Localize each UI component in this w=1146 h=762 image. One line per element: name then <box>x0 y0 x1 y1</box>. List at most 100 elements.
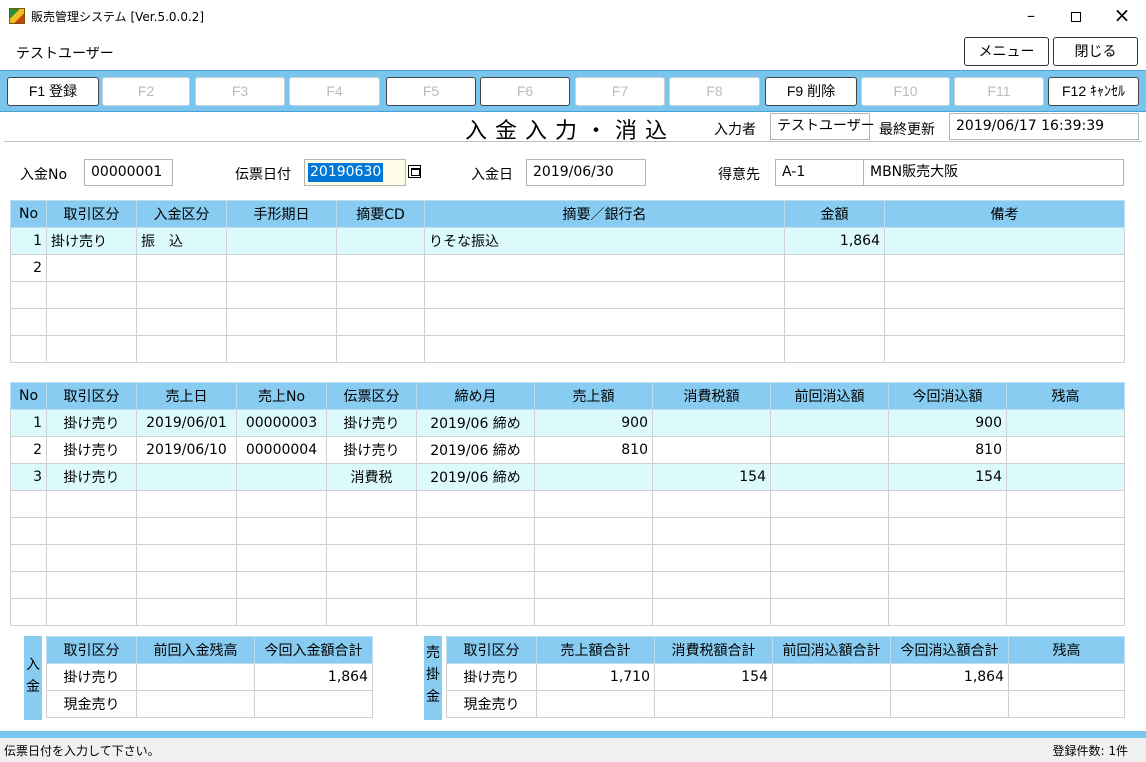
minimize-icon[interactable]: – <box>1008 0 1054 31</box>
cell[interactable] <box>784 254 885 282</box>
cell[interactable] <box>1006 463 1125 491</box>
cell[interactable]: 1 <box>10 409 47 437</box>
cell[interactable]: りそな振込 <box>424 227 785 255</box>
cell[interactable]: 00000004 <box>236 436 327 464</box>
table-row[interactable] <box>10 571 1125 599</box>
column-header[interactable]: 取引区分 <box>46 200 137 228</box>
cell[interactable]: 810 <box>888 436 1007 464</box>
slip-date-field[interactable]: 20190630 <box>304 159 406 186</box>
close-button[interactable]: 閉じる <box>1053 37 1138 66</box>
cell[interactable] <box>1006 436 1125 464</box>
cell[interactable] <box>770 409 889 437</box>
f1-register-button[interactable]: F1 登録 <box>7 77 99 106</box>
maximize-icon[interactable] <box>1053 0 1099 31</box>
table-row[interactable] <box>10 517 1125 545</box>
column-header[interactable]: 入金区分 <box>136 200 227 228</box>
cell[interactable]: 掛け売り <box>46 409 137 437</box>
payment-date-field[interactable]: 2019/06/30 <box>526 159 646 186</box>
cell[interactable]: 154 <box>888 463 1007 491</box>
cell[interactable]: 1,864 <box>784 227 885 255</box>
cell[interactable]: 00000003 <box>236 409 327 437</box>
cell[interactable]: 810 <box>534 436 653 464</box>
column-header[interactable]: 売上日 <box>136 382 237 410</box>
cell[interactable]: 154 <box>652 463 771 491</box>
cell[interactable] <box>1006 409 1125 437</box>
table-row[interactable] <box>10 308 1125 336</box>
cell[interactable] <box>884 227 1125 255</box>
cell[interactable] <box>534 463 653 491</box>
table-row[interactable]: 1 掛け売り 振 込 りそな振込 1,864 <box>10 227 1125 255</box>
column-header[interactable]: 取引区分 <box>46 382 137 410</box>
column-header[interactable]: 締め月 <box>416 382 535 410</box>
table-row[interactable]: 3 掛け売り 消費税 2019/06 締め 154 154 <box>10 463 1125 491</box>
cell[interactable] <box>652 409 771 437</box>
column-header[interactable]: 手形期日 <box>226 200 337 228</box>
cell[interactable]: 掛け売り <box>46 436 137 464</box>
cell[interactable] <box>770 436 889 464</box>
cell[interactable] <box>884 254 1125 282</box>
table-row[interactable]: 2 掛け売り 2019/06/10 00000004 掛け売り 2019/06 … <box>10 436 1125 464</box>
cell[interactable] <box>46 254 137 282</box>
cell[interactable] <box>226 254 337 282</box>
cell[interactable]: 2 <box>10 254 47 282</box>
cell[interactable] <box>136 254 227 282</box>
cell[interactable]: 2019/06 締め <box>416 463 535 491</box>
f7-button[interactable]: F7 <box>575 77 665 106</box>
f12-cancel-button[interactable]: F12 ｷｬﾝｾﾙ <box>1048 77 1139 106</box>
f3-button[interactable]: F3 <box>195 77 285 106</box>
column-header[interactable]: 前回消込額 <box>770 382 889 410</box>
column-header[interactable]: 売上額 <box>534 382 653 410</box>
column-header[interactable]: 売上No <box>236 382 327 410</box>
cell[interactable]: 3 <box>10 463 47 491</box>
cell[interactable]: 900 <box>534 409 653 437</box>
cell[interactable]: 消費税 <box>326 463 417 491</box>
close-icon[interactable]: × <box>1099 0 1145 31</box>
column-header[interactable]: No <box>10 382 47 410</box>
column-header[interactable]: 残高 <box>1006 382 1125 410</box>
cell[interactable]: 2019/06 締め <box>416 436 535 464</box>
f4-button[interactable]: F4 <box>289 77 380 106</box>
cell[interactable]: 掛け売り <box>326 409 417 437</box>
cell[interactable] <box>236 463 327 491</box>
cell[interactable]: 掛け売り <box>46 227 137 255</box>
menu-button[interactable]: メニュー <box>964 37 1049 66</box>
table-row[interactable] <box>10 281 1125 309</box>
table-row[interactable] <box>10 544 1125 572</box>
cell[interactable]: 2019/06/01 <box>136 409 237 437</box>
payment-no-field[interactable]: 00000001 <box>84 159 173 186</box>
f6-button[interactable]: F6 <box>480 77 570 106</box>
cell[interactable]: 掛け売り <box>326 436 417 464</box>
f9-delete-button[interactable]: F9 削除 <box>765 77 857 106</box>
cell[interactable]: 振 込 <box>136 227 227 255</box>
column-header[interactable]: 摘要CD <box>336 200 425 228</box>
cell[interactable] <box>652 436 771 464</box>
table-row[interactable]: 2 <box>10 254 1125 282</box>
column-header[interactable]: 摘要／銀行名 <box>424 200 785 228</box>
column-header[interactable]: 消費税額 <box>652 382 771 410</box>
f2-button[interactable]: F2 <box>102 77 190 106</box>
cell[interactable]: 1 <box>10 227 47 255</box>
cell[interactable] <box>136 463 237 491</box>
column-header[interactable]: 備考 <box>884 200 1125 228</box>
cell[interactable] <box>424 254 785 282</box>
table-row[interactable] <box>10 335 1125 363</box>
column-header[interactable]: 金額 <box>784 200 885 228</box>
table-row[interactable]: 1 掛け売り 2019/06/01 00000003 掛け売り 2019/06 … <box>10 409 1125 437</box>
f11-button[interactable]: F11 <box>954 77 1044 106</box>
cell[interactable]: 2019/06 締め <box>416 409 535 437</box>
cell[interactable] <box>226 227 337 255</box>
column-header[interactable]: 伝票区分 <box>326 382 417 410</box>
column-header[interactable]: 今回消込額 <box>888 382 1007 410</box>
cell[interactable]: 掛け売り <box>46 463 137 491</box>
cell[interactable] <box>336 227 425 255</box>
customer-code-field[interactable]: A-1 <box>775 159 864 186</box>
f10-button[interactable]: F10 <box>861 77 950 106</box>
table-row[interactable] <box>10 490 1125 518</box>
cell[interactable] <box>336 254 425 282</box>
cell[interactable]: 2019/06/10 <box>136 436 237 464</box>
f8-button[interactable]: F8 <box>669 77 760 106</box>
cell[interactable] <box>770 463 889 491</box>
cell[interactable]: 2 <box>10 436 47 464</box>
cell[interactable]: 900 <box>888 409 1007 437</box>
calendar-icon[interactable] <box>408 165 421 178</box>
